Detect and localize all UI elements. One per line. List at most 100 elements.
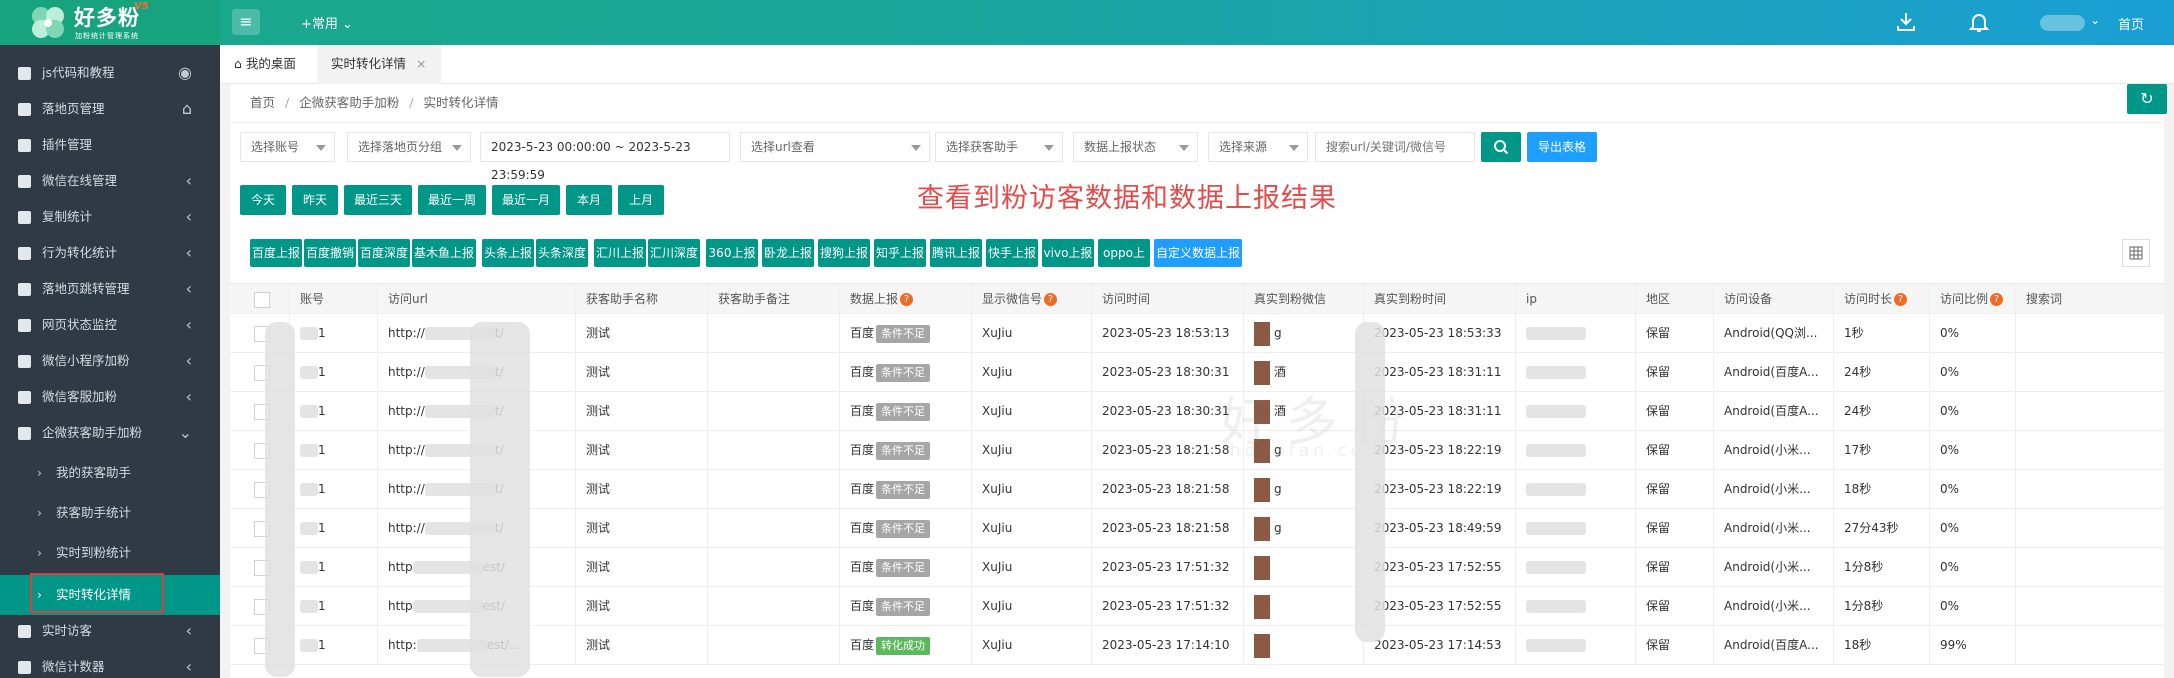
report-zhihu-button[interactable]: 知乎上报	[874, 239, 926, 267]
sidebar-item-wechat-online[interactable]: 微信在线管理 ‹	[0, 163, 220, 199]
download-icon[interactable]	[1894, 10, 1918, 34]
breadcrumb-home[interactable]: 首页	[250, 95, 275, 110]
table-cell	[708, 509, 840, 547]
col-fan-time[interactable]: 真实到粉时间	[1364, 284, 1516, 313]
close-icon[interactable]: ×	[416, 56, 426, 71]
assistant-select[interactable]: 选择获客助手	[935, 132, 1063, 162]
date-today-button[interactable]: 今天	[240, 185, 286, 215]
report-custom-button[interactable]: 自定义数据上报	[1154, 239, 1242, 267]
report-360-button[interactable]: 360上报	[706, 239, 758, 267]
sidebar-item-conversion-stats[interactable]: 行为转化统计 ‹	[0, 235, 220, 271]
col-fan-wechat[interactable]: 真实到粉微信	[1244, 284, 1364, 313]
col-data-report[interactable]: 数据上报?	[840, 284, 972, 313]
col-assistant-note[interactable]: 获客助手备注	[708, 284, 840, 313]
col-ratio[interactable]: 访问比例?	[1930, 284, 2016, 313]
sidebar-item-assistant-stats[interactable]: › 获客助手统计	[0, 495, 220, 531]
report-toutiao-button[interactable]: 头条上报	[482, 239, 534, 267]
report-baidu-deep-button[interactable]: 百度深度	[358, 239, 410, 267]
refresh-button[interactable]: ↻	[2127, 84, 2167, 114]
report-huichuan-button[interactable]: 汇川上报	[594, 239, 646, 267]
date-last-month-button[interactable]: 最近一月	[492, 185, 560, 215]
report-status-select[interactable]: 数据上报状态	[1073, 132, 1198, 162]
cell-url[interactable]: http://	[388, 521, 425, 535]
sidebar-item-plugins[interactable]: 插件管理	[0, 127, 220, 163]
column-toggle-button[interactable]	[2122, 239, 2150, 267]
user-avatar[interactable]	[2040, 15, 2085, 31]
col-wechat-id[interactable]: 显示微信号?	[972, 284, 1092, 313]
date-this-month-button[interactable]: 本月	[566, 185, 612, 215]
common-menu[interactable]: +常用 ⌄	[301, 13, 353, 32]
col-duration[interactable]: 访问时长?	[1834, 284, 1930, 313]
search-button[interactable]	[1481, 132, 1521, 162]
report-toutiao-deep-button[interactable]: 头条深度	[536, 239, 588, 267]
report-tencent-button[interactable]: 腾讯上报	[930, 239, 982, 267]
report-oppo-button[interactable]: oppo上报	[1098, 239, 1150, 288]
sidebar-item-my-assistant[interactable]: › 我的获客助手	[0, 455, 220, 491]
date-last-week-button[interactable]: 最近一周	[418, 185, 486, 215]
export-button[interactable]: 导出表格	[1527, 132, 1597, 162]
select-all-checkbox[interactable]	[254, 291, 270, 308]
report-sogou-button[interactable]: 搜狗上报	[818, 239, 870, 267]
home-link[interactable]: 首页	[2118, 14, 2144, 33]
sidebar-item-realtime-fans[interactable]: › 实时到粉统计	[0, 535, 220, 571]
cell-account: 1	[318, 599, 326, 613]
help-icon[interactable]: ?	[1044, 293, 1058, 306]
tab-my-desktop[interactable]: ⌂ 我的桌面	[220, 45, 310, 84]
sidebar-item-redirect[interactable]: 落地页跳转管理 ‹	[0, 271, 220, 307]
col-account[interactable]: 账号	[290, 284, 378, 313]
account-select[interactable]: 选择账号	[240, 132, 335, 162]
breadcrumb-parent[interactable]: 企微获客助手加粉	[299, 95, 399, 110]
sidebar-item-miniprogram[interactable]: 微信小程序加粉 ‹	[0, 343, 220, 379]
cell-url[interactable]: http	[388, 560, 413, 574]
col-device[interactable]: 访问设备	[1714, 284, 1834, 313]
sidebar-item-js-code[interactable]: js代码和教程 ◉	[0, 55, 220, 91]
cell-url[interactable]: http://	[388, 443, 425, 457]
col-visit-time[interactable]: 访问时间	[1092, 284, 1244, 313]
report-huichuan-deep-button[interactable]: 汇川深度	[648, 239, 700, 267]
cell-url[interactable]: http://	[388, 482, 425, 496]
table-cell: Android(百度A...	[1714, 392, 1834, 430]
bell-icon[interactable]	[1967, 10, 1991, 34]
help-icon[interactable]: ?	[900, 293, 914, 306]
assistant-select-label: 选择获客助手	[946, 140, 1019, 154]
cell-url[interactable]: http://	[388, 326, 425, 340]
cell-url[interactable]: http:	[388, 638, 417, 652]
search-input[interactable]	[1315, 132, 1475, 162]
report-wolong-button[interactable]: 卧龙上报	[762, 239, 814, 267]
sidebar-item-landing-pages[interactable]: 落地页管理 ⌂	[0, 91, 220, 127]
col-assistant-name[interactable]: 获客助手名称	[576, 284, 708, 313]
sidebar-item-wechat-counter[interactable]: 微信计数器 ‹	[0, 649, 220, 678]
sidebar-item-copy-stats[interactable]: 复制统计 ‹	[0, 199, 220, 235]
col-region[interactable]: 地区	[1636, 284, 1714, 313]
help-icon[interactable]: ?	[1894, 293, 1908, 306]
sidebar-item-wecom-assistant[interactable]: 企微获客助手加粉 ⌄	[0, 415, 220, 451]
chevron-left-icon: ‹	[185, 621, 192, 640]
tab-realtime-conversion[interactable]: 实时转化详情 ×	[317, 45, 441, 84]
sidebar-item-page-monitor[interactable]: 网页状态监控 ‹	[0, 307, 220, 343]
col-search-term[interactable]: 搜索词	[2016, 284, 2164, 313]
help-icon[interactable]: ?	[1990, 293, 2004, 306]
col-ip[interactable]: ip	[1516, 284, 1636, 313]
user-chevron-down-icon[interactable]: ⌄	[2090, 13, 2100, 27]
report-vivo-button[interactable]: vivo上报	[1042, 239, 1094, 267]
source-select[interactable]: 选择来源	[1208, 132, 1308, 162]
date-prev-month-button[interactable]: 上月	[618, 185, 664, 215]
cell-url[interactable]: http	[388, 599, 413, 613]
col-url[interactable]: 访问url	[378, 284, 576, 313]
date-range-input[interactable]: 2023-5-23 00:00:00 ~ 2023-5-23 23:59:59	[480, 132, 730, 182]
report-baidu-revoke-button[interactable]: 百度撤销	[304, 239, 356, 267]
landing-group-select[interactable]: 选择落地页分组	[347, 132, 471, 162]
url-select[interactable]: 选择url查看	[740, 132, 930, 162]
logo[interactable]: 好多粉 V5 加粉统计管理系统	[0, 0, 220, 45]
sidebar-item-wechat-service[interactable]: 微信客服加粉 ‹	[0, 379, 220, 415]
report-kuaishou-button[interactable]: 快手上报	[986, 239, 1038, 267]
cell-url[interactable]: http://	[388, 404, 425, 418]
share-icon	[18, 283, 31, 296]
date-yesterday-button[interactable]: 昨天	[292, 185, 338, 215]
report-jimuyu-button[interactable]: 基木鱼上报	[412, 239, 476, 267]
cell-url[interactable]: http://	[388, 365, 425, 379]
report-baidu-button[interactable]: 百度上报	[250, 239, 302, 267]
menu-toggle-button[interactable]: ≡	[232, 9, 260, 35]
sidebar-item-realtime-visitors[interactable]: 实时访客 ‹	[0, 613, 220, 649]
date-last3-button[interactable]: 最近三天	[344, 185, 412, 215]
